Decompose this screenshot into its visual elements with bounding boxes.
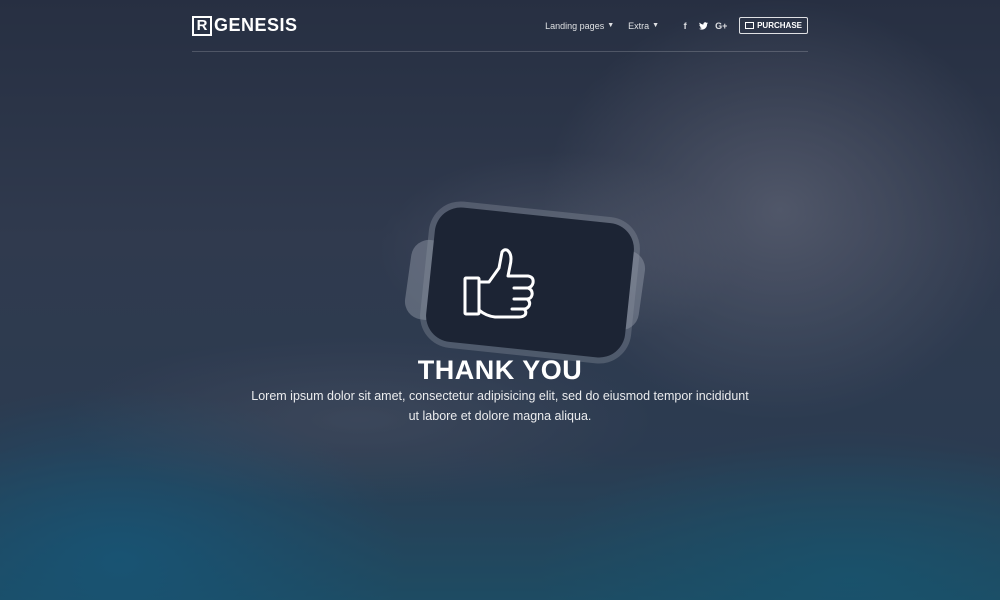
envelope-icon	[745, 22, 755, 29]
site-header: R GENESIS Landing pages ▼ Extra ▼ f G+ P…	[192, 0, 808, 52]
chevron-down-icon: ▼	[607, 22, 615, 29]
thank-you-page: R GENESIS Landing pages ▼ Extra ▼ f G+ P…	[0, 0, 1000, 600]
nav-extra-label: Extra	[628, 20, 650, 31]
twitter-icon[interactable]	[697, 21, 709, 30]
nav-extra[interactable]: Extra ▼	[628, 21, 659, 31]
chevron-down-icon: ▼	[652, 22, 660, 29]
main-nav: Landing pages ▼ Extra ▼ f G+ PURCHASE	[545, 17, 808, 34]
google-plus-icon[interactable]: G+	[715, 21, 727, 31]
logo-mark: R	[192, 15, 212, 36]
purchase-label: PURCHASE	[757, 21, 802, 30]
nav-landing-pages[interactable]: Landing pages ▼	[545, 21, 614, 31]
nav-landing-pages-label: Landing pages	[545, 20, 605, 31]
site-logo[interactable]: R GENESIS	[192, 15, 298, 36]
logo-text: GENESIS	[214, 15, 298, 35]
purchase-button[interactable]: PURCHASE	[739, 17, 808, 34]
facebook-icon[interactable]: f	[679, 21, 691, 31]
hero-description: Lorem ipsum dolor sit amet, consectetur …	[251, 388, 749, 423]
page-title: THANK YOU	[417, 355, 583, 386]
thumbs-up-icon	[463, 248, 535, 319]
